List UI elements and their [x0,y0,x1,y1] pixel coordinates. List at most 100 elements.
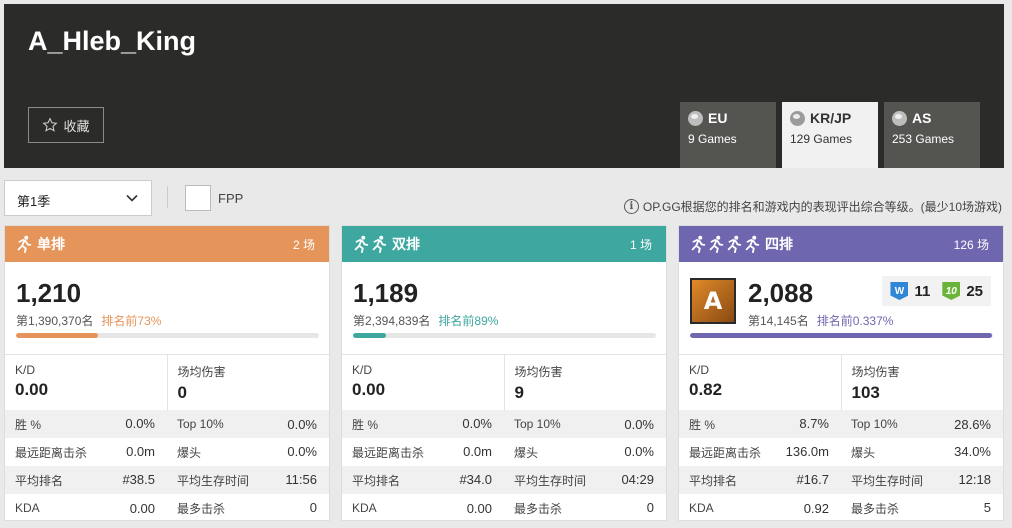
damage-value: 103 [851,383,880,402]
star-outline-icon [42,117,59,132]
globe-icon [790,110,805,126]
stat-value: 0.0% [624,443,654,459]
stats-table: 胜 % 8.7% Top 10% 28.6% 最远距离击杀 136.0m 爆头 34.0% 平均… [679,410,1003,522]
stat-value: 34.0% [954,443,991,459]
stat-value: 5 [983,499,991,515]
fpp-checkbox[interactable] [185,185,211,211]
stat-item: 平均生存时间 04:29 [504,472,666,489]
stat-label: 平均生存时间 [851,473,924,488]
stat-value: 8.7% [799,415,829,431]
kd-damage-row: K/D 0.00 场均伤害 9 [342,354,666,410]
stat-label: 爆头 [514,445,539,460]
stat-item: 平均排名 #16.7 [679,472,841,489]
region-tab-as[interactable]: AS 253 Games [884,102,980,168]
runner-icon-group [352,235,388,253]
wins-count: 11 [914,282,931,300]
stat-item: 平均排名 #34.0 [342,472,504,489]
stat-label: Top 10% [851,416,898,431]
stat-row: 最远距离击杀 136.0m 爆头 34.0% [679,438,1003,466]
rank-progress-fill [690,333,993,338]
mode-card-3: 四排 126 场 2,088 第14,145名 排名前0.337% A W 11 10 2… [678,225,1004,521]
stat-item: 胜 % 0.0% [5,416,167,433]
damage-label: 场均伤害 [177,365,226,379]
rank-progress-bar [353,333,656,338]
stat-item: 胜 % 0.0% [342,416,504,433]
season-select[interactable]: 第1季 [4,180,152,216]
stat-row: KDA 0.00 最多击杀 0 [5,494,329,522]
stat-value: 12:18 [958,471,991,487]
region-tab-eu[interactable]: EU 9 Games [680,102,776,168]
games-count: 2 场 [292,237,315,252]
stat-row: 最远距离击杀 0.0m 爆头 0.0% [5,438,329,466]
runner-icon-group [15,235,33,253]
stats-table: 胜 % 0.0% Top 10% 0.0% 最远距离击杀 0.0m 爆头 0.0% 平均排名 #3… [342,410,666,522]
stat-value: 136.0m [785,443,829,459]
damage-cell: 场均伤害 9 [503,355,667,410]
stat-item: KDA 0.00 [342,501,504,516]
stat-label: 爆头 [851,445,876,460]
mode-title: 双排 [352,234,420,254]
stat-value: #38.5 [122,471,155,487]
rank-progress-fill [353,333,387,338]
rating-value: 1,189 [353,278,419,308]
notice-text: OP.GG根据您的排名和游戏内的表现评出综合等级。(最少10场游戏) [642,200,1002,214]
damage-label: 场均伤害 [514,365,563,379]
stat-label: 平均生存时间 [177,473,250,488]
stat-label: KDA [15,500,40,515]
stat-item: 爆头 0.0% [167,444,329,461]
kd-cell: K/D 0.82 [679,355,841,410]
stat-value: 0.0% [287,416,317,432]
runner-icon [725,235,743,253]
stat-label: 胜 % [15,417,42,432]
rank-position: 第1,390,370名 [16,314,94,328]
damage-cell: 场均伤害 0 [166,355,330,410]
mode-card-header: 四排 126 场 [679,226,1003,262]
games-count: 1 场 [629,237,652,252]
damage-value: 0 [177,383,187,402]
stat-row: 平均排名 #34.0 平均生存时间 04:29 [342,466,666,494]
region-tab-krjp[interactable]: KR/JP 129 Games [782,102,878,168]
stat-value: 0.0m [126,443,155,459]
rank-progress-bar [16,333,319,338]
win-badge-icon: W [890,282,909,300]
rating-area: 1,210 第1,390,370名 排名前73% [5,262,329,354]
stat-value: 28.6% [954,416,991,432]
player-name: A_Hleb_King [28,26,197,56]
stat-item: 最多击杀 0 [504,500,666,517]
region-games: 129 Games [790,132,853,146]
stat-item: Top 10% 28.6% [841,417,1003,432]
stat-row: 胜 % 0.0% Top 10% 0.0% [5,410,329,438]
stat-label: KDA [689,500,714,515]
stat-value: 0 [309,499,317,515]
kd-value: 0.82 [689,380,723,399]
kd-cell: K/D 0.00 [342,355,504,410]
rank-line: 第14,145名 排名前0.337% [748,312,893,329]
stat-item: 最远距离击杀 136.0m [679,444,841,461]
stat-item: 最远距离击杀 0.0m [5,444,167,461]
region-name: KR/JP [810,110,852,126]
region-games: 9 Games [688,132,737,146]
kd-damage-row: K/D 0.00 场均伤害 0 [5,354,329,410]
favorite-label: 收藏 [63,118,90,134]
rank-percentile: 排名前73% [101,314,162,328]
rating-area: 2,088 第14,145名 排名前0.337% A W 11 10 25 [679,262,1003,354]
stat-label: 爆头 [177,445,202,460]
stat-value: #16.7 [796,471,829,487]
stat-value: 0.0% [125,415,155,431]
region-name: AS [912,110,932,126]
stat-label: 平均生存时间 [514,473,587,488]
stat-label: 最多击杀 [177,501,226,516]
kd-value: 0.00 [352,380,386,399]
top10-badge-icon: 10 [942,282,961,300]
stat-item: 胜 % 8.7% [679,416,841,433]
mode-name: 四排 [765,236,793,252]
stat-label: 胜 % [352,417,379,432]
stat-row: 平均排名 #38.5 平均生存时间 11:56 [5,466,329,494]
wins-summary: W 11 10 25 [882,276,991,306]
fpp-label: FPP [218,191,244,206]
stat-row: KDA 0.92 最多击杀 5 [679,494,1003,522]
stat-item: 平均生存时间 12:18 [841,472,1003,489]
rank-percentile: 排名前89% [438,314,499,328]
stat-label: KDA [352,500,377,515]
favorite-button[interactable]: 收藏 [28,107,104,143]
